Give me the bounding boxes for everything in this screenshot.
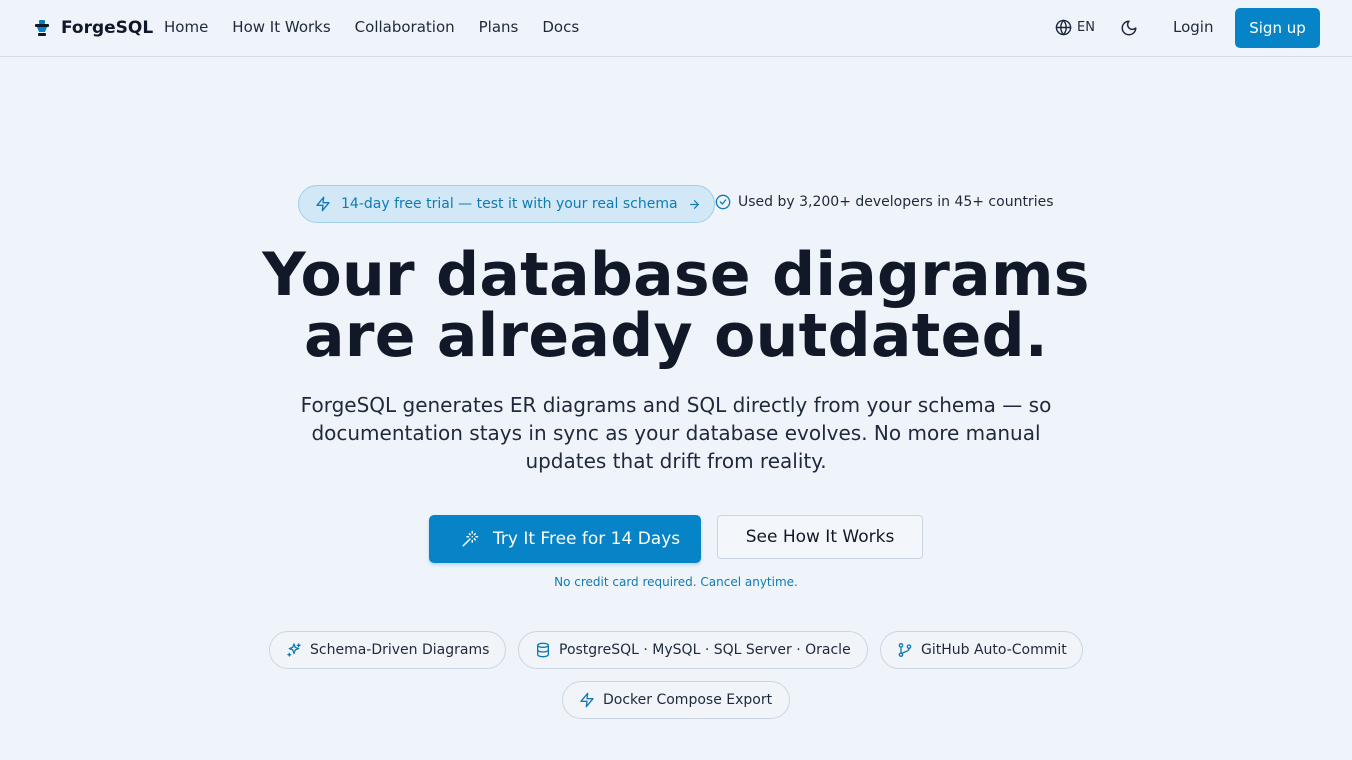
nav-link-collaboration[interactable]: Collaboration [355, 18, 455, 36]
nav-links: Home How It Works Collaboration Plans Do… [164, 18, 603, 36]
signup-button[interactable]: Sign up [1235, 8, 1320, 48]
social-proof: Used by 3,200+ developers in 45+ countri… [715, 194, 1054, 210]
cta-note: No credit card required. Cancel anytime. [554, 575, 798, 589]
trial-badge-label: 14-day free trial — test it with your re… [341, 196, 678, 212]
hero-headline: Your database diagrams are already outda… [176, 245, 1176, 367]
brand[interactable]: ForgeSQL [32, 16, 153, 40]
forgesql-logo-icon [32, 18, 52, 38]
feature-chip-docker: Docker Compose Export [562, 681, 790, 719]
try-free-label: Try It Free for 14 Days [493, 529, 681, 549]
feature-label: Schema-Driven Diagrams [310, 642, 490, 658]
feature-chip-schema-diagrams: Schema-Driven Diagrams [269, 631, 506, 669]
wand-icon [461, 530, 479, 548]
login-link[interactable]: Login [1173, 18, 1213, 36]
zap-icon [315, 196, 331, 212]
nav-link-docs[interactable]: Docs [542, 18, 579, 36]
database-icon [535, 642, 551, 658]
check-circle-icon [715, 194, 731, 210]
social-proof-text: Used by 3,200+ developers in 45+ countri… [738, 194, 1054, 210]
language-code: EN [1077, 20, 1095, 35]
headline-line-1: Your database diagrams [262, 240, 1090, 310]
arrow-right-icon [688, 198, 701, 211]
feature-label: PostgreSQL · MySQL · SQL Server · Oracle [559, 642, 851, 658]
headline-line-2: are already outdated. [304, 301, 1048, 371]
see-how-it-works-button[interactable]: See How It Works [717, 515, 923, 559]
nav-link-plans[interactable]: Plans [479, 18, 519, 36]
nav-link-home[interactable]: Home [164, 18, 208, 36]
try-free-button[interactable]: Try It Free for 14 Days [429, 515, 701, 563]
zap-icon [579, 692, 595, 708]
git-branch-icon [897, 642, 913, 658]
theme-toggle-button[interactable] [1120, 19, 1138, 37]
sparkles-icon [286, 642, 302, 658]
globe-icon [1055, 19, 1077, 36]
nav-link-how-it-works[interactable]: How It Works [232, 18, 330, 36]
feature-chip-github: GitHub Auto-Commit [880, 631, 1083, 669]
trial-badge[interactable]: 14-day free trial — test it with your re… [298, 185, 715, 223]
hero-subheadline: ForgeSQL generates ER diagrams and SQL d… [300, 393, 1052, 473]
feature-label: GitHub Auto-Commit [921, 642, 1067, 658]
top-navbar: ForgeSQL Home How It Works Collaboration… [0, 0, 1352, 57]
feature-label: Docker Compose Export [603, 692, 773, 708]
language-selector[interactable]: EN [1055, 19, 1095, 36]
moon-icon [1120, 19, 1138, 37]
see-how-it-works-label: See How It Works [745, 527, 895, 547]
feature-chip-databases: PostgreSQL · MySQL · SQL Server · Oracle [518, 631, 868, 669]
brand-name: ForgeSQL [61, 18, 154, 38]
